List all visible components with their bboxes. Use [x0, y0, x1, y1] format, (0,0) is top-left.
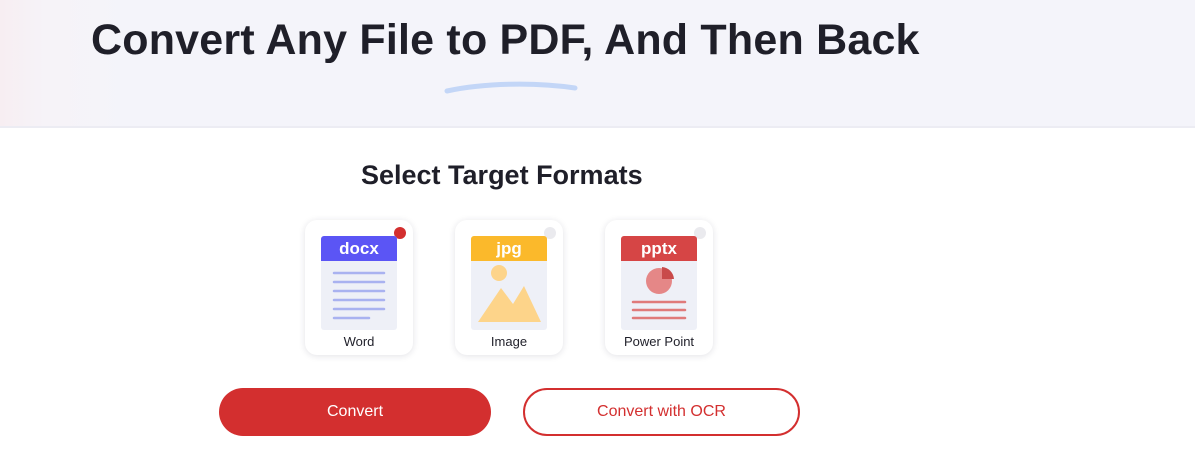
section-title: Select Target Formats	[361, 160, 643, 190]
format-ext-pptx: pptx	[641, 239, 677, 258]
title-underline-decoration	[444, 81, 578, 94]
format-label-word: Word	[343, 334, 375, 349]
format-ext-jpg: jpg	[495, 239, 522, 258]
format-card-powerpoint[interactable]: pptx Power Point	[605, 220, 713, 355]
image-file-icon: jpg	[471, 236, 547, 330]
format-label-image: Image	[490, 334, 528, 349]
format-card-image[interactable]: jpg Image	[455, 220, 563, 355]
page-title: Convert Any File to PDF, And Then Back	[91, 16, 920, 64]
format-card-word[interactable]: docx Word	[305, 220, 413, 355]
convert-with-ocr-button[interactable]: Convert with OCR	[523, 388, 800, 436]
convert-button[interactable]: Convert	[219, 388, 491, 436]
hero-header: Convert Any File to PDF, And Then Back	[0, 0, 1195, 128]
word-doc-icon: docx	[321, 236, 397, 330]
format-ext-docx: docx	[339, 239, 379, 258]
format-label-powerpoint: Power Point	[623, 334, 695, 349]
powerpoint-file-icon: pptx	[621, 236, 697, 330]
